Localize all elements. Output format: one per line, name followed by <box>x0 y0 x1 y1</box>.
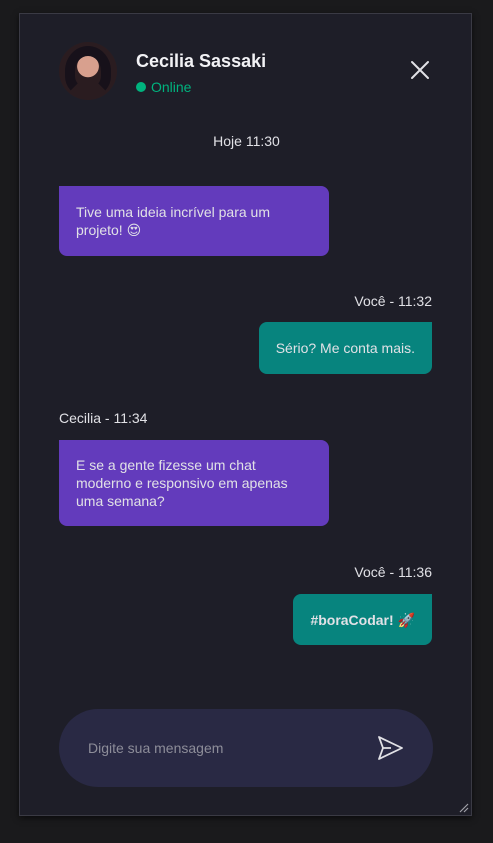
message-input[interactable] <box>88 733 358 763</box>
message-received: Tive uma ideia incrível para um projeto!… <box>59 186 329 256</box>
date-separator: Hoje 11:30 <box>213 133 280 149</box>
message-text: #boraCodar! 🚀 <box>310 611 415 628</box>
resize-handle-icon[interactable] <box>457 801 469 813</box>
online-dot-icon <box>136 82 146 92</box>
message-sent: Sério? Me conta mais. <box>258 322 432 374</box>
message-meta: Você - 11:36 <box>354 564 432 580</box>
message-meta: Cecilia - 11:34 <box>59 410 148 426</box>
send-button[interactable] <box>375 733 405 763</box>
message-meta: Você - 11:32 <box>354 293 432 309</box>
chat-window: Cecilia Sassaki Online Hoje 11:30 Tive u… <box>19 13 472 816</box>
avatar-hair <box>65 46 111 96</box>
message-received: E se a gente fizesse um chat moderno e r… <box>59 440 329 526</box>
message-sent: #boraCodar! 🚀 <box>293 594 432 645</box>
status-indicator: Online <box>136 79 191 95</box>
message-text: Sério? Me conta mais. <box>275 340 415 356</box>
message-text: E se a gente fizesse um chat moderno e r… <box>76 457 288 509</box>
contact-name: Cecilia Sassaki <box>136 51 267 71</box>
send-icon <box>378 736 403 760</box>
message-composer <box>59 709 433 787</box>
close-button[interactable] <box>408 58 432 82</box>
status-text: Online <box>151 79 192 95</box>
message-text: Tive uma ideia incrível para um projeto!… <box>76 204 271 238</box>
close-icon <box>411 61 429 79</box>
contact-avatar[interactable] <box>59 42 117 100</box>
